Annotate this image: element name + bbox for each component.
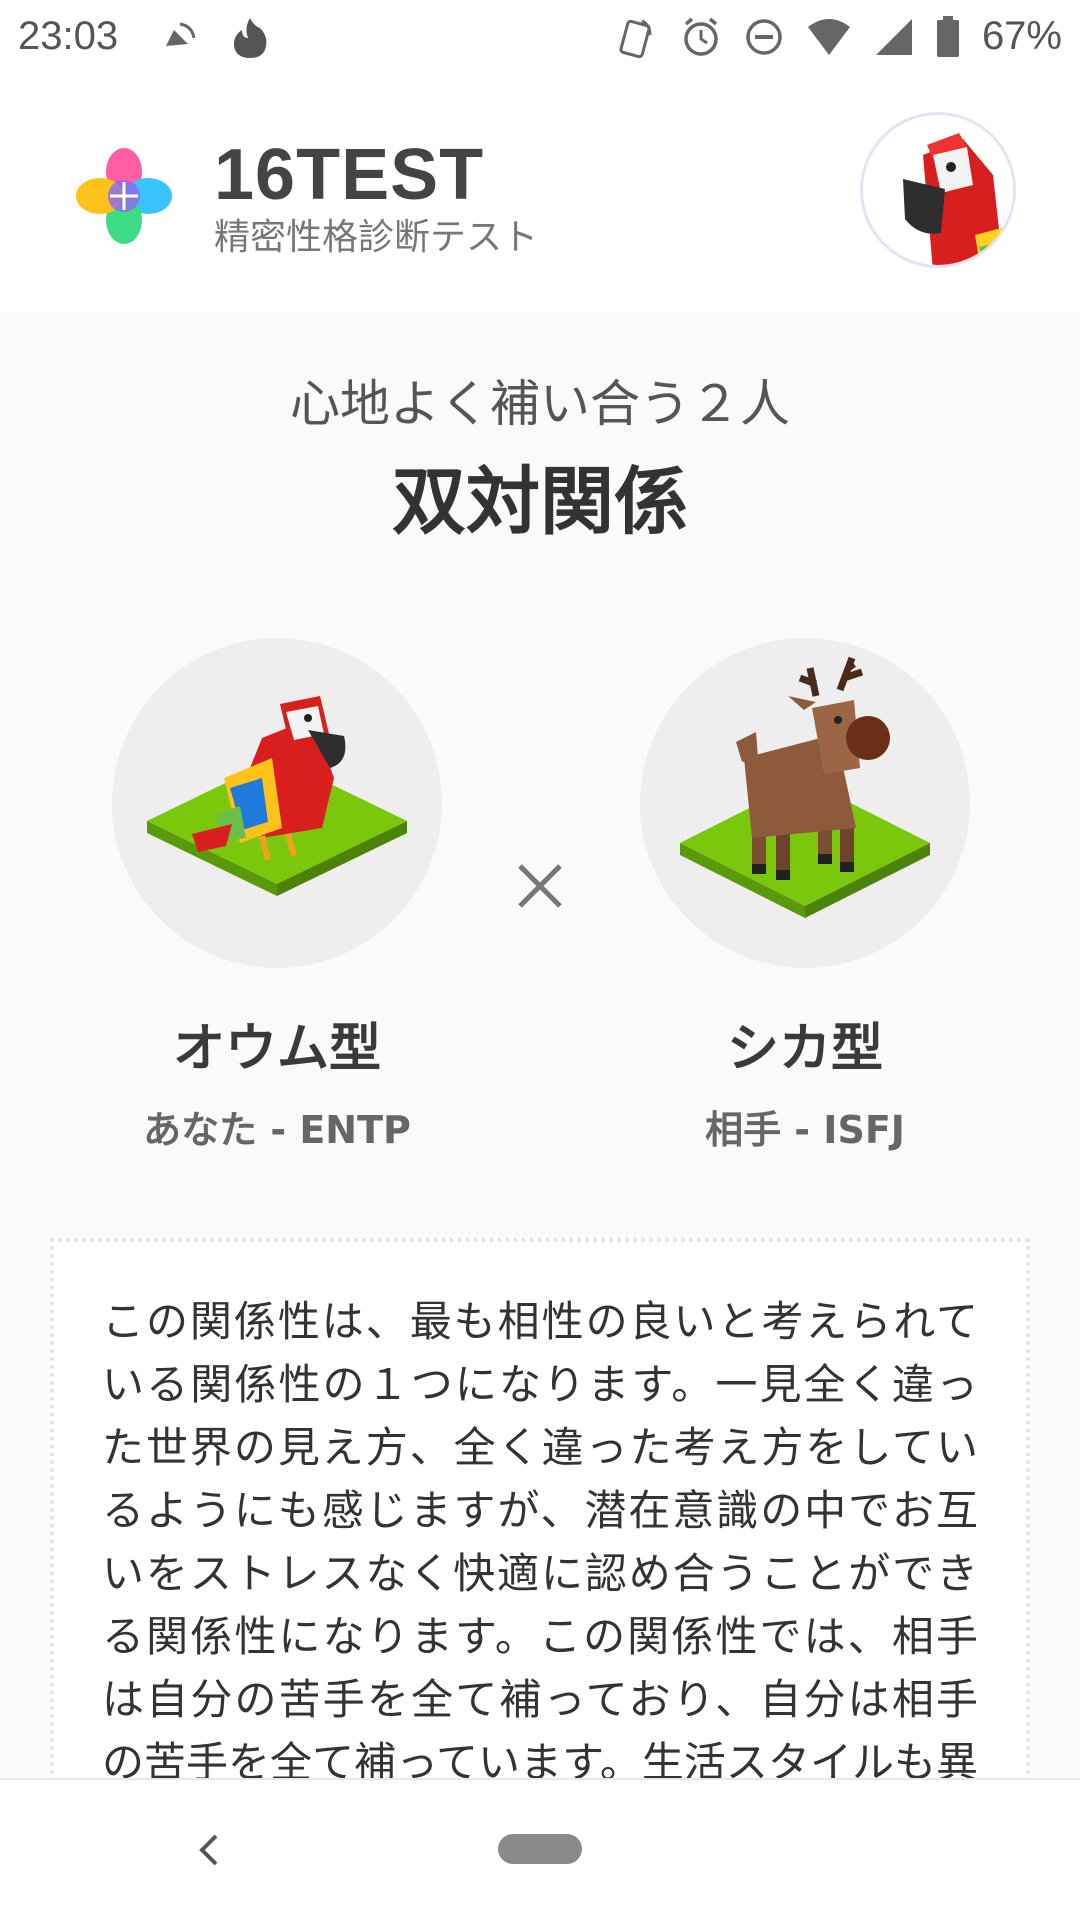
- type-name: シカ型: [726, 1019, 883, 1079]
- type-label: あなた - ENTP: [143, 1108, 411, 1152]
- nfc-icon: [619, 19, 652, 58]
- cast-icon: [166, 22, 196, 46]
- status-time: 23:03: [18, 14, 119, 58]
- times-icon: [518, 864, 562, 908]
- back-icon[interactable]: [190, 1830, 230, 1870]
- clover-logo-icon[interactable]: [74, 146, 174, 246]
- parrot-avatar-icon: [903, 133, 1013, 265]
- navigation-bar: [0, 1778, 1080, 1920]
- type-name: オウム型: [172, 1019, 381, 1079]
- description-box: この関係性は、最も相性の良いと考えられている関係性の１つになります。一見全く違っ…: [50, 1238, 1030, 1850]
- battery-percent: 67%: [981, 14, 1062, 58]
- relation-title: 双対関係: [392, 459, 688, 545]
- description-text: この関係性は、最も相性の良いと考えられている関係性の１つになります。一見全く違っ…: [102, 1297, 978, 1850]
- main-content: 心地よく補い合う２人 双対関係 オウム型 あなた - ENTP シカ型 相手 -…: [0, 312, 1080, 1850]
- parrot-icon: [147, 696, 407, 896]
- dnd-icon: [746, 18, 782, 55]
- signal-icon: [875, 18, 912, 55]
- type-card-you[interactable]: オウム型 あなた - ENTP: [112, 638, 442, 1154]
- type-circle: [640, 638, 970, 968]
- app-subtitle: 精密性格診断テスト: [214, 217, 539, 258]
- deer-icon: [680, 656, 930, 918]
- relation-subtitle: 心地よく補い合う２人: [290, 375, 790, 433]
- app-title: 16TEST: [214, 135, 485, 215]
- battery-icon: [936, 15, 959, 57]
- status-bar: 23:03 67%: [0, 0, 1080, 76]
- type-card-partner[interactable]: シカ型 相手 - ISFJ: [640, 638, 970, 1154]
- fire-icon: [233, 18, 267, 58]
- avatar[interactable]: [860, 112, 1016, 268]
- app-header: 16TEST 精密性格診断テスト: [0, 76, 1080, 312]
- type-circle: [112, 638, 442, 968]
- alarm-icon: [684, 17, 718, 56]
- home-pill-button[interactable]: [498, 1834, 582, 1864]
- wifi-icon: [807, 18, 850, 55]
- type-label: 相手 - ISFJ: [705, 1108, 905, 1152]
